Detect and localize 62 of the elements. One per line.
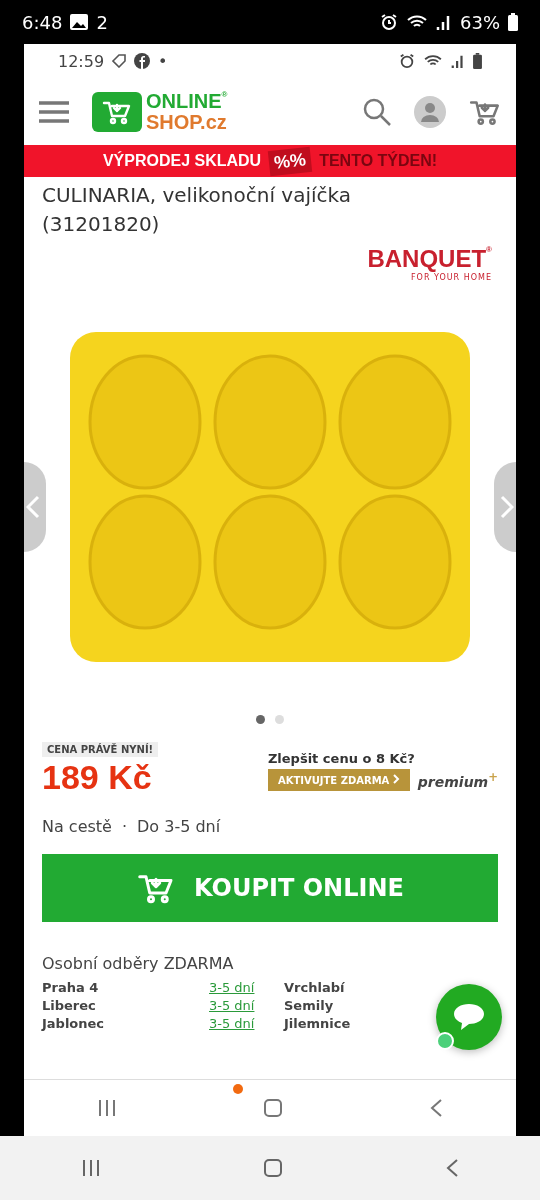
- recent-apps-icon[interactable]: [97, 1099, 117, 1117]
- brand-tagline: FOR YOUR HOME: [411, 273, 492, 282]
- separator-dot: ·: [121, 817, 128, 836]
- chat-button[interactable]: [436, 984, 502, 1050]
- city-name: Semily: [284, 997, 335, 1015]
- logo-text: ONLINE$^{®}$: [146, 90, 228, 112]
- carousel-dot[interactable]: [275, 714, 284, 724]
- back-icon[interactable]: [429, 1098, 443, 1118]
- city-name: Praha 4: [42, 979, 100, 997]
- carousel-dot[interactable]: [256, 714, 265, 724]
- city-name: Liberec: [42, 997, 97, 1015]
- price-label: CENA PRÁVĚ NYNÍ!: [42, 742, 159, 757]
- alarm-icon: [399, 53, 415, 69]
- delivery-time: Do 3-5 dní: [137, 817, 221, 836]
- battery-icon: [508, 13, 518, 31]
- buy-button[interactable]: KOUPIT ONLINE: [42, 854, 498, 922]
- city-name: Jablonec: [42, 1015, 106, 1033]
- status-time: 12:59: [58, 51, 105, 71]
- price-amount: 189 Kč: [42, 757, 153, 797]
- tag-icon: [112, 54, 127, 68]
- notification-dot: [233, 1084, 243, 1094]
- city-name: Jilemnice: [284, 1015, 352, 1033]
- banner-text: TENTO TÝDEN!: [319, 152, 438, 170]
- home-icon[interactable]: [263, 1098, 283, 1118]
- home-icon[interactable]: [263, 1158, 283, 1178]
- delivery-time-link[interactable]: 3-5 dní: [209, 1015, 284, 1033]
- chevron-right-icon: [500, 495, 514, 519]
- speech-bubble-icon: [452, 1002, 486, 1032]
- chevron-right-icon: [392, 774, 400, 784]
- pickup-title: Osobní odběry ZDARMA: [42, 954, 235, 973]
- premium-logo-text: premium$^{+}$: [417, 770, 498, 790]
- online-status-dot: [436, 1032, 454, 1050]
- product-title: CULINARIA, velikonoční vajíčka (31201820): [41, 182, 353, 238]
- battery-percentage: 63%: [460, 11, 500, 33]
- notification-dot: •: [158, 51, 168, 71]
- search-icon[interactable]: [362, 96, 392, 127]
- delivery-time-link[interactable]: 3-5 dní: [209, 997, 284, 1015]
- availability-status: Na cestě: [42, 817, 112, 836]
- back-icon[interactable]: [445, 1158, 459, 1178]
- menu-icon[interactable]: [38, 99, 70, 124]
- city-name: Vrchlabí: [284, 979, 346, 997]
- image-icon: [70, 14, 89, 30]
- promo-banner[interactable]: VÝPRODEJ SKLADU %% TENTO TÝDEN!: [24, 145, 516, 177]
- facebook-icon: [134, 53, 151, 69]
- brand-logo-text: BANQUET$^{®}$: [367, 245, 492, 273]
- delivery-time-link[interactable]: 3-5 dní: [209, 979, 284, 997]
- percent-badge: %%: [267, 146, 313, 176]
- battery-icon: [473, 53, 482, 69]
- cart-logo-icon: [92, 91, 142, 132]
- banner-text: VÝPRODEJ SKLADU: [102, 152, 262, 170]
- signal-icon: [451, 54, 465, 68]
- account-avatar-icon[interactable]: [414, 95, 446, 128]
- notification-count: 2: [96, 11, 108, 33]
- chevron-left-icon: [26, 495, 40, 519]
- wifi-icon: [423, 54, 443, 68]
- recent-apps-icon[interactable]: [81, 1159, 101, 1177]
- upsell-text: Zlepšit cenu o 8 Kč?: [267, 751, 416, 766]
- alarm-icon: [380, 13, 398, 31]
- activate-button[interactable]: AKTIVUJTE ZDARMA: [267, 769, 410, 791]
- status-time: 6:48: [22, 11, 63, 33]
- logo-text: SHOP.cz: [146, 111, 228, 133]
- signal-icon: [436, 14, 452, 30]
